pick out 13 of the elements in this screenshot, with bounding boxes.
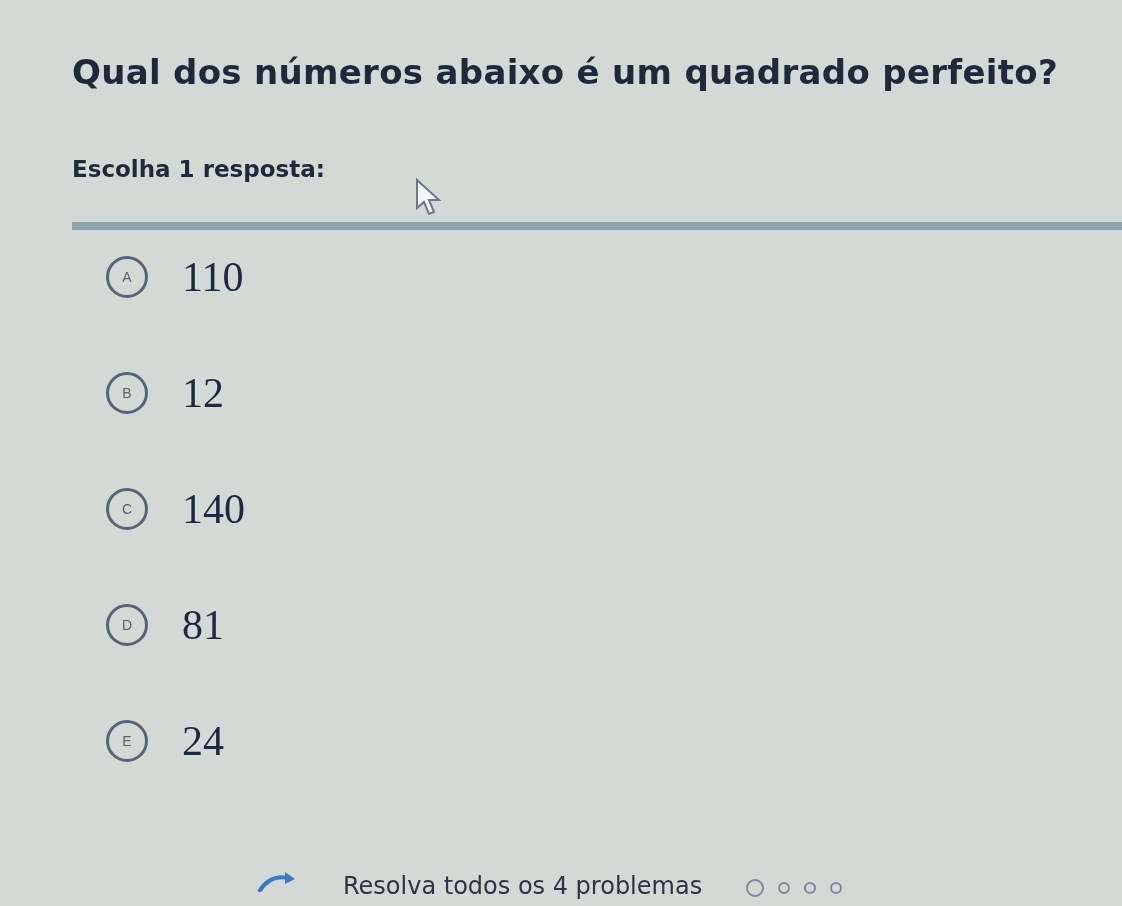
- progress-text: Resolva todos os 4 problemas: [343, 872, 703, 900]
- answer-option[interactable]: E 24: [106, 718, 406, 764]
- question-text: Qual dos números abaixo é um quadrado perfeito?: [72, 52, 1059, 92]
- instruction-text: Escolha 1 resposta:: [72, 156, 325, 182]
- option-letter: E: [106, 720, 148, 762]
- option-letter: A: [106, 256, 148, 298]
- option-letter: B: [106, 372, 148, 414]
- answer-option[interactable]: B 12: [106, 370, 406, 416]
- option-letter: C: [106, 488, 148, 530]
- answer-option[interactable]: D 81: [106, 602, 406, 648]
- answer-option[interactable]: C 140: [106, 486, 406, 532]
- answer-option[interactable]: A 110: [106, 254, 406, 300]
- option-letter: D: [106, 604, 148, 646]
